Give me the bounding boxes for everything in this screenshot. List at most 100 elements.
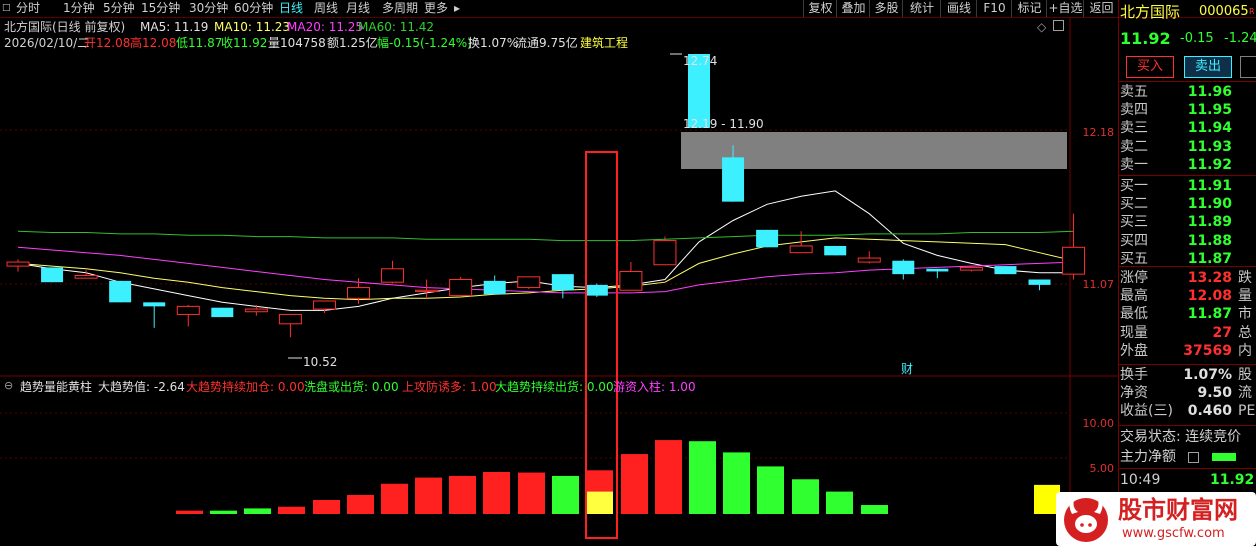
more-button[interactable] — [1240, 56, 1256, 78]
current-price: 11.92 — [1120, 29, 1171, 48]
stat2-label: 收益(三) — [1120, 403, 1173, 420]
rq-tag: R — [1249, 7, 1255, 16]
candle-body — [959, 266, 983, 271]
stat2-label: 换手 — [1120, 367, 1148, 383]
sell-button[interactable]: 卖出 — [1184, 56, 1232, 78]
stat2-tail: 流 — [1238, 385, 1252, 402]
maximize-icon[interactable] — [1053, 20, 1064, 31]
high-price-annotation: 12.74 — [683, 54, 718, 68]
watermark-url: www.gscfw.com — [1122, 526, 1225, 541]
stat2-row[interactable]: 净资 9.50 流 — [1120, 384, 1256, 402]
stat-row[interactable]: 现量 27 总 — [1120, 324, 1256, 342]
candle-body — [41, 267, 64, 283]
indicator-y-label-10: 10.00 — [1082, 417, 1115, 430]
candle-body — [789, 245, 813, 254]
bid-row[interactable]: 买一 11.91 — [1120, 177, 1256, 195]
chart-title: 北方国际(日线 前复权) — [4, 20, 126, 34]
ask-row[interactable]: 卖四 11.95 — [1120, 101, 1256, 119]
stat-tail: 量 — [1238, 288, 1252, 305]
ask-row[interactable]: 卖五 11.96 — [1120, 83, 1256, 101]
period-tab-7[interactable]: 周线 — [314, 1, 338, 16]
stat-row[interactable]: 最低 11.87 市 — [1120, 305, 1256, 323]
bid-row[interactable]: 买四 11.88 — [1120, 232, 1256, 250]
candle-body — [143, 302, 166, 307]
ask-row[interactable]: 卖一 11.92 — [1120, 156, 1256, 174]
candle-body — [551, 274, 574, 291]
period-tab-4[interactable]: 30分钟 — [189, 1, 228, 16]
finance-marker[interactable]: 财 — [901, 362, 913, 376]
period-tab-6[interactable]: 日线 — [279, 1, 303, 16]
period-tab-1[interactable]: 1分钟 — [63, 1, 95, 16]
y-axis-price-label-2: 11.07 — [1082, 278, 1115, 291]
period-tab-0[interactable]: 分时 — [16, 1, 40, 16]
toolbar-button-1[interactable]: 叠加 — [836, 0, 870, 17]
stat2-row[interactable]: 换手 1.07% 股 — [1120, 366, 1256, 384]
bid-row[interactable]: 买二 11.90 — [1120, 195, 1256, 213]
date-label: 2026/02/10/二 — [4, 36, 90, 50]
buy-button[interactable]: 买入 — [1126, 56, 1174, 78]
stat-row[interactable]: 外盘 37569 内 — [1120, 342, 1256, 360]
candle-body — [211, 307, 234, 318]
chart-area — [0, 18, 1118, 546]
bull-logo-icon — [1064, 498, 1108, 542]
close-label: 收11.92 — [221, 36, 268, 50]
ask-value: 11.93 — [1187, 138, 1232, 155]
toolbar-button-8[interactable]: 返回 — [1083, 0, 1119, 17]
toolbar-button-7[interactable]: +自选 — [1046, 0, 1084, 17]
toolbar-button-0[interactable]: 复权 — [803, 0, 837, 17]
volume-bar — [415, 477, 442, 514]
list-icon[interactable] — [1188, 452, 1199, 463]
toolbar-button-2[interactable]: 多股 — [869, 0, 903, 17]
candle-body — [517, 276, 541, 289]
volume-bar — [621, 454, 648, 514]
more-arrow-icon[interactable]: ▸ — [454, 1, 460, 16]
stat2-tail: PE — [1238, 403, 1256, 420]
candlestick-chart[interactable] — [0, 18, 1118, 546]
candle-body — [994, 266, 1017, 275]
stat2-tail: 股 — [1238, 367, 1252, 383]
open-label: 开12.08 — [84, 36, 131, 50]
ask-row[interactable]: 卖二 11.93 — [1120, 138, 1256, 156]
toolbar-button-6[interactable]: 标记 — [1011, 0, 1047, 17]
watermark-logo: 股市财富网 www.gscfw.com — [1056, 492, 1256, 546]
period-tab-3[interactable]: 15分钟 — [141, 1, 180, 16]
period-tab-2[interactable]: 5分钟 — [103, 1, 135, 16]
stock-name: 北方国际 — [1120, 3, 1181, 21]
candle-body — [176, 305, 200, 315]
bid-row[interactable]: 买三 11.89 — [1120, 213, 1256, 231]
tick-price: 11.92 — [1210, 472, 1255, 488]
candle-body — [347, 287, 370, 299]
stat2-row[interactable]: 收益(三) 0.460 PE — [1120, 402, 1256, 420]
stat-tail: 内 — [1238, 342, 1252, 359]
toolbar-button-3[interactable]: 统计 — [902, 0, 941, 17]
main-flow-label: 主力净额 — [1120, 449, 1176, 465]
toolbar-button-5[interactable]: F10 — [976, 0, 1012, 17]
period-tab-8[interactable]: 月线 — [346, 1, 370, 16]
volume-bar — [347, 494, 374, 514]
toolbar-button-4[interactable]: 画线 — [940, 0, 977, 17]
diamond-icon[interactable]: ◇ — [1037, 20, 1046, 34]
ma10-label: MA10: 11.23 — [214, 20, 291, 34]
ask-row[interactable]: 卖三 11.94 — [1120, 119, 1256, 137]
ma20-label: MA20: 11.25 — [287, 20, 364, 34]
ma-line-ma60 — [17, 230, 1074, 242]
turnover-label: 换1.07% — [468, 36, 519, 50]
period-tab-5[interactable]: 60分钟 — [234, 1, 273, 16]
stat-row[interactable]: 最高 12.08 量 — [1120, 287, 1256, 305]
trade-status: 交易状态: 连续竞价 — [1120, 429, 1242, 445]
period-tab-9[interactable]: 多周期 — [382, 1, 418, 16]
period-tab-10[interactable]: 更多 — [424, 1, 448, 16]
ma5-label: MA5: 11.19 — [140, 20, 209, 34]
ask-label: 卖五 — [1120, 84, 1148, 100]
stat-label: 涨停 — [1120, 270, 1148, 286]
ma60-label: MA60: 11.42 — [358, 20, 435, 34]
candle-body — [585, 284, 608, 296]
stat-tail: 市 — [1238, 306, 1252, 323]
bid-value: 11.90 — [1187, 196, 1232, 213]
bid-value: 11.88 — [1187, 232, 1232, 249]
indicator-settings-icon[interactable]: ⊖ — [4, 379, 13, 393]
stat-row[interactable]: 涨停 13.28 跌 — [1120, 269, 1256, 287]
indicator-item-4: 游资入柱: 1.00 — [613, 380, 696, 394]
ask-value: 11.94 — [1187, 120, 1232, 137]
screenshot-icon[interactable]: □ — [2, 1, 11, 16]
